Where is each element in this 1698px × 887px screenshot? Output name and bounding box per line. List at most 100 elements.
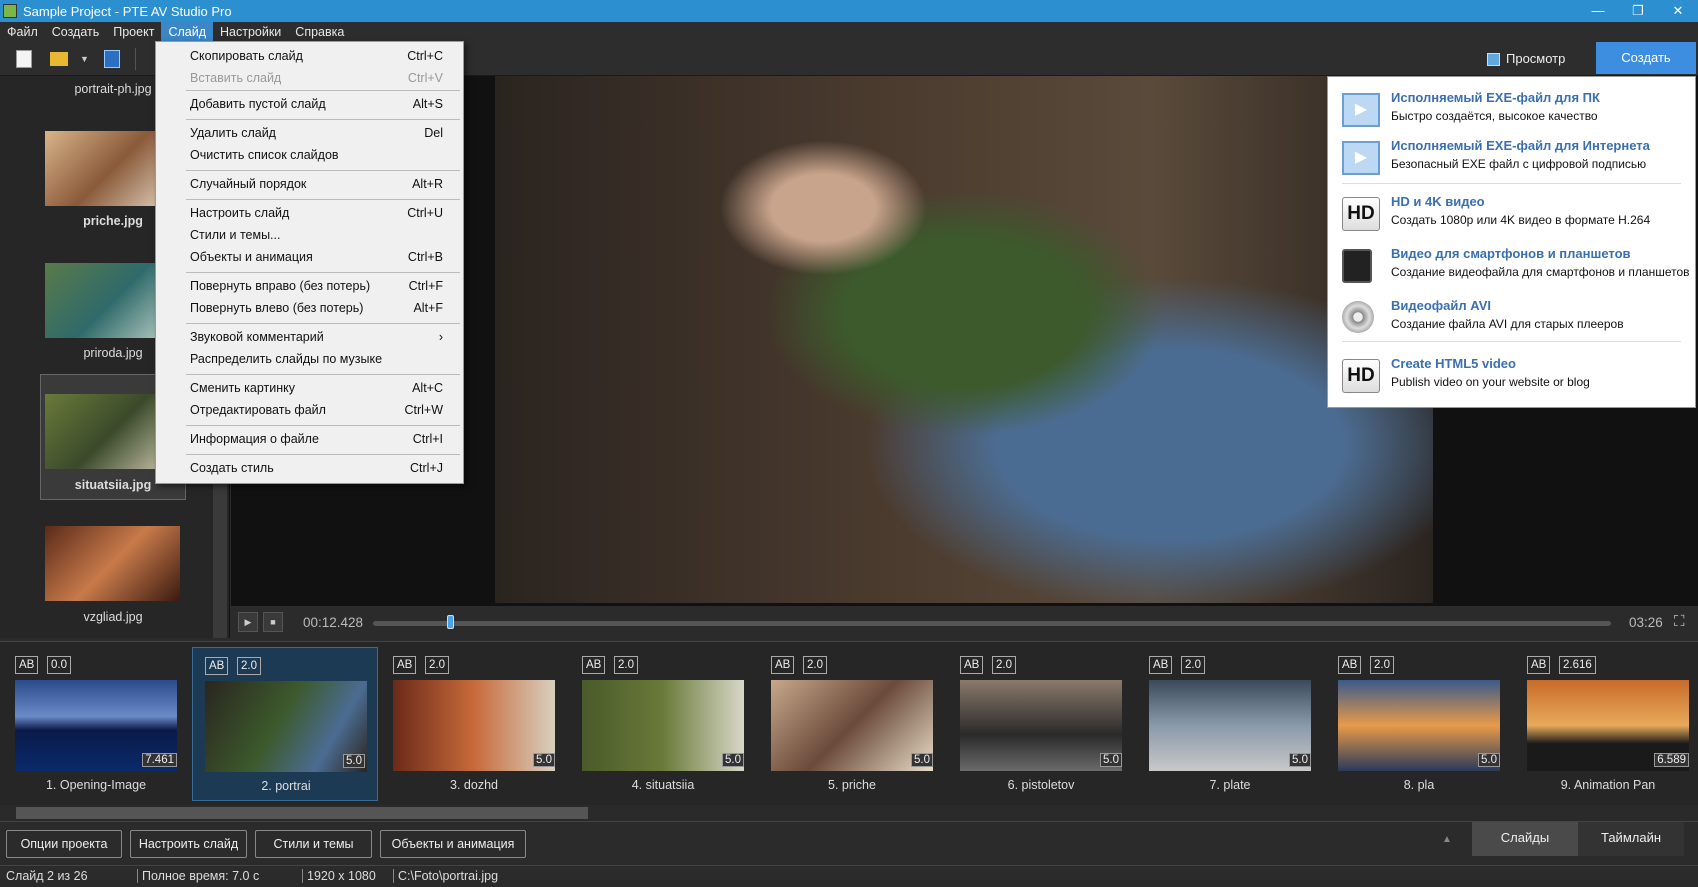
slide-item[interactable]: AB 2.0 5.0 3. dozhd [381, 647, 567, 801]
file-item[interactable]: vzgliad.jpg [23, 610, 203, 624]
transition-ab-badge[interactable]: AB [582, 656, 606, 674]
file-list-scrollbar[interactable] [213, 480, 227, 638]
menu-create[interactable]: Создать [45, 22, 107, 42]
transition-duration[interactable]: 2.0 [1370, 656, 1394, 674]
transition-ab-badge[interactable]: AB [393, 656, 417, 674]
create-option[interactable]: Видео для смартфонов и планшетов Создание… [1328, 245, 1697, 295]
file-thumbnail[interactable] [45, 526, 180, 601]
create-option[interactable]: ▶ Исполняемый EXE-файл для Интернета Безоп… [1328, 137, 1697, 187]
stop-icon[interactable]: ■ [263, 612, 283, 632]
transition-duration[interactable]: 2.0 [614, 656, 638, 674]
menu-help[interactable]: Справка [288, 22, 351, 42]
seek-slider[interactable] [373, 621, 1611, 626]
restore-button[interactable]: ❐ [1618, 0, 1658, 22]
slide-menu-item[interactable]: Повернуть вправо (без потерь) Ctrl+F [190, 276, 443, 296]
slide-menu-item[interactable]: Распределить слайды по музыке [190, 349, 443, 369]
tablet-phone-icon [1342, 249, 1380, 283]
slide-thumbnail[interactable] [1338, 680, 1500, 771]
slide-menu-item[interactable]: Звуковой комментарий › [190, 327, 443, 347]
menu-project[interactable]: Проект [106, 22, 161, 42]
slide-item[interactable]: AB 2.616 6.589 9. Animation Pan [1515, 647, 1698, 801]
slide-menu-item[interactable]: Настроить слайд Ctrl+U [190, 203, 443, 223]
menu-slide[interactable]: Слайд [161, 22, 213, 42]
create-option[interactable]: HD Create HTML5 video Publish video on you… [1328, 355, 1697, 405]
film-reel-icon [1342, 301, 1380, 335]
styles-themes-button[interactable]: Стили и темы [255, 830, 372, 858]
menu-bar: Файл Создать Проект Слайд Настройки Спра… [0, 22, 1698, 42]
customize-slide-button[interactable]: Настроить слайд [130, 830, 247, 858]
slide-duration: 5.0 [1100, 753, 1122, 767]
slide-thumbnail[interactable] [582, 680, 744, 771]
transition-duration[interactable]: 2.0 [425, 656, 449, 674]
hd-icon: HD [1342, 359, 1380, 393]
slide-menu-item[interactable]: Повернуть влево (без потерь) Alt+F [190, 298, 443, 318]
close-button[interactable]: ✕ [1658, 0, 1698, 22]
slide-item[interactable]: AB 0.0 7.461 1. Opening-Image [3, 647, 189, 801]
open-folder-icon[interactable] [50, 52, 68, 66]
transition-ab-badge[interactable]: AB [15, 656, 39, 674]
create-option[interactable]: Видеофайл AVI Создание файла AVI для стар… [1328, 297, 1697, 347]
slide-menu-item[interactable]: Удалить слайд Del [190, 123, 443, 143]
create-button[interactable]: Создать [1596, 42, 1696, 74]
slide-item[interactable]: AB 2.0 5.0 6. pistoletov [948, 647, 1134, 801]
transition-duration[interactable]: 2.0 [237, 657, 261, 675]
save-icon[interactable] [104, 50, 120, 68]
menu-item-label: Распределить слайды по музыке [190, 352, 383, 366]
slide-menu-item[interactable]: Добавить пустой слайд Alt+S [190, 94, 443, 114]
slide-item[interactable]: AB 2.0 5.0 5. priche [759, 647, 945, 801]
menu-item-shortcut: Ctrl+F [408, 279, 443, 293]
seek-handle[interactable] [447, 615, 455, 629]
slide-menu-item[interactable]: Очистить список слайдов [190, 145, 443, 165]
transition-ab-badge[interactable]: AB [205, 657, 229, 675]
chevron-down-icon[interactable]: ▼ [80, 54, 96, 72]
tab-timeline[interactable]: Таймлайн [1578, 822, 1684, 856]
slide-thumbnail[interactable] [393, 680, 555, 771]
transition-ab-badge[interactable]: AB [1338, 656, 1362, 674]
transition-ab-badge[interactable]: AB [960, 656, 984, 674]
menu-file[interactable]: Файл [0, 22, 45, 42]
create-option[interactable]: HD HD и 4K видео Создать 1080p или 4K виде… [1328, 193, 1697, 243]
slide-menu-item[interactable]: Стили и темы... [190, 225, 443, 245]
transition-duration[interactable]: 0.0 [47, 656, 71, 674]
slide-thumbnail[interactable] [1149, 680, 1311, 771]
transition-duration[interactable]: 2.0 [1181, 656, 1205, 674]
slide-thumbnail[interactable] [771, 680, 933, 771]
slide-item[interactable]: AB 2.0 5.0 4. situatsiia [570, 647, 756, 801]
transition-duration[interactable]: 2.0 [803, 656, 827, 674]
slide-menu-item[interactable]: Сменить картинку Alt+C [190, 378, 443, 398]
status-slide-count: Слайд 2 из 26 [6, 869, 88, 883]
minimize-button[interactable]: — [1578, 0, 1618, 22]
collapse-icon[interactable]: ▲ [1442, 834, 1452, 845]
transition-ab-badge[interactable]: AB [1527, 656, 1551, 674]
hd-icon-text: HD [1347, 365, 1375, 386]
transition-ab-badge[interactable]: AB [1149, 656, 1173, 674]
menu-item-label: Случайный порядок [190, 177, 307, 191]
slide-thumbnail[interactable] [960, 680, 1122, 771]
scrollbar-thumb[interactable] [16, 807, 588, 819]
menu-settings[interactable]: Настройки [213, 22, 288, 42]
transition-ab-badge[interactable]: AB [771, 656, 795, 674]
slide-menu-item[interactable]: Информация о файле Ctrl+I [190, 429, 443, 449]
slide-duration: 5.0 [722, 753, 744, 767]
current-time: 00:12.428 [303, 615, 364, 630]
slide-item[interactable]: AB 2.0 5.0 2. portrai [192, 647, 378, 801]
slide-item[interactable]: AB 2.0 5.0 8. pla [1326, 647, 1512, 801]
slide-name: 6. pistoletov [1007, 778, 1075, 792]
play-icon[interactable]: ▶ [238, 612, 258, 632]
slide-menu-item[interactable]: Объекты и анимация Ctrl+B [190, 247, 443, 267]
transition-duration[interactable]: 2.0 [992, 656, 1016, 674]
create-option[interactable]: ▶ Исполняемый EXE-файл для ПК Быстро созда… [1328, 89, 1697, 139]
slide-menu-item[interactable]: Случайный порядок Alt+R [190, 174, 443, 194]
project-options-button[interactable]: Опции проекта [6, 830, 122, 858]
slide-menu-item[interactable]: Скопировать слайд Ctrl+C [190, 46, 443, 66]
new-file-icon[interactable] [16, 50, 32, 68]
slide-item[interactable]: AB 2.0 5.0 7. plate [1137, 647, 1323, 801]
transition-duration[interactable]: 2.616 [1559, 656, 1596, 674]
slide-menu-item[interactable]: Создать стиль Ctrl+J [190, 458, 443, 478]
objects-animation-button[interactable]: Объекты и анимация [380, 830, 526, 858]
slide-menu-item[interactable]: Отредактировать файл Ctrl+W [190, 400, 443, 420]
fullscreen-icon[interactable]: ⛶ [1674, 613, 1685, 630]
slide-menu-item[interactable]: Вставить слайд Ctrl+V [190, 68, 443, 88]
tab-slides[interactable]: Слайды [1472, 822, 1578, 856]
preview-button[interactable]: Просмотр [1487, 46, 1595, 72]
